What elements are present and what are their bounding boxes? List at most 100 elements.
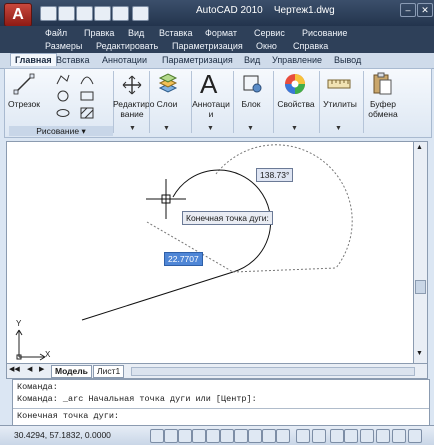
dynamic-prompt-tooltip: Конечная точка дуги: <box>182 211 273 225</box>
tab-manage[interactable]: Управление <box>272 55 322 65</box>
new-file-icon[interactable] <box>40 6 57 21</box>
ribbon-panel-area: Отрезок Рисование ▾ Редактиро вание ▼ Сло… <box>4 68 432 138</box>
length-input-box[interactable]: 22.7707 <box>164 252 203 266</box>
ucs-y-label: Y <box>16 319 22 328</box>
menu-tools[interactable]: Сервис <box>254 28 285 38</box>
command-window[interactable]: Команда: Команда: _arc Начальная точка д… <box>12 379 430 426</box>
scroll-thumb[interactable] <box>415 280 426 294</box>
menu-dimension[interactable]: Размеры <box>45 41 82 51</box>
osnap-icon[interactable] <box>206 429 220 443</box>
menu-modify[interactable]: Редактировать <box>96 41 158 51</box>
close-icon[interactable]: ✕ <box>417 3 433 17</box>
pan-icon[interactable] <box>330 429 344 443</box>
minimize-icon[interactable]: – <box>400 3 416 17</box>
layout-icon[interactable] <box>312 429 326 443</box>
scroll-down-icon[interactable]: ▼ <box>416 350 423 357</box>
properties-label[interactable]: Свойства <box>275 99 317 109</box>
tab-next-icon[interactable]: ▶ <box>39 365 44 373</box>
menu-help[interactable]: Справка <box>293 41 328 51</box>
menu-view[interactable]: Вид <box>128 28 144 38</box>
otrack-icon[interactable] <box>220 429 234 443</box>
circle-icon[interactable] <box>55 89 71 103</box>
line-tool-label[interactable]: Отрезок <box>5 99 43 109</box>
redo-icon[interactable] <box>112 6 129 21</box>
clipboard-label[interactable]: Буфер обмена <box>363 99 403 119</box>
draw-panel-title[interactable]: Рисование ▾ <box>9 126 113 136</box>
block-dropdown-icon[interactable]: ▼ <box>247 125 254 132</box>
annotation-label[interactable]: Аннотаци и <box>191 99 231 119</box>
model-space-icon[interactable] <box>296 429 310 443</box>
annotation-scale-icon[interactable] <box>360 429 374 443</box>
block-label[interactable]: Блок <box>233 99 269 109</box>
tab-annotate[interactable]: Аннотации <box>102 55 147 65</box>
undo-icon[interactable] <box>94 6 111 21</box>
rectangle-icon[interactable] <box>79 89 95 103</box>
workspace-icon[interactable] <box>376 429 390 443</box>
clean-screen-icon[interactable] <box>408 429 422 443</box>
modify-label[interactable]: Редактиро вание <box>113 99 154 119</box>
dyn-icon[interactable] <box>248 429 262 443</box>
annotation-dropdown-icon[interactable]: ▼ <box>207 125 214 132</box>
status-bar: 30.4294, 57.1832, 0.0000 <box>0 425 434 445</box>
lineweight-icon[interactable] <box>262 429 276 443</box>
grid-icon[interactable] <box>164 429 178 443</box>
tab-output[interactable]: Вывод <box>334 55 361 65</box>
menu-draw[interactable]: Рисование <box>302 28 347 38</box>
menu-file[interactable]: Файл <box>45 28 67 38</box>
tab-view[interactable]: Вид <box>244 55 260 65</box>
tab-prev-icon[interactable]: ◀ <box>27 365 32 373</box>
block-icon[interactable] <box>241 73 263 95</box>
layers-dropdown-icon[interactable]: ▼ <box>163 125 170 132</box>
open-file-icon[interactable] <box>58 6 75 21</box>
annotation-icon[interactable]: A <box>200 69 217 100</box>
ribbon-tab-bar: Главная Вставка Аннотации Параметризация… <box>0 53 434 69</box>
tab-model[interactable]: Модель <box>51 365 92 378</box>
utilities-label[interactable]: Утилиты <box>319 99 361 109</box>
zoom-icon[interactable] <box>344 429 358 443</box>
command-input-line[interactable]: Конечная точка дуги: <box>17 411 119 421</box>
menu-parametric[interactable]: Параметризация <box>172 41 243 51</box>
window-title: AutoCAD 2010 Чертеж1.dwg <box>196 5 335 16</box>
quick-properties-icon[interactable] <box>276 429 290 443</box>
vertical-scrollbar[interactable]: ▲ ▼ <box>413 141 428 365</box>
ortho-icon[interactable] <box>178 429 192 443</box>
cursor-coordinates: 30.4294, 57.1832, 0.0000 <box>14 430 111 440</box>
tab-parametric[interactable]: Параметризация <box>162 55 233 65</box>
save-icon[interactable] <box>76 6 93 21</box>
ducs-icon[interactable] <box>234 429 248 443</box>
lock-icon[interactable] <box>392 429 406 443</box>
drawing-canvas[interactable]: Y X 138.73° Конечная точка дуги: 22.7707 <box>6 141 415 365</box>
color-wheel-icon[interactable] <box>283 72 307 96</box>
hatch-icon[interactable] <box>79 106 95 120</box>
horizontal-scrollbar[interactable] <box>131 367 415 376</box>
command-history-line: Команда: _arc Начальная точка дуги или [… <box>17 394 257 404</box>
layers-icon[interactable] <box>157 73 179 95</box>
properties-dropdown-icon[interactable]: ▼ <box>291 125 298 132</box>
application-menu-button[interactable]: A <box>4 3 32 27</box>
arc-icon[interactable] <box>79 72 95 86</box>
tab-home[interactable]: Главная <box>10 53 57 66</box>
ellipse-icon[interactable] <box>55 106 71 120</box>
command-history-line: Команда: <box>17 382 58 392</box>
scroll-up-icon[interactable]: ▲ <box>416 144 423 151</box>
modify-dropdown-icon[interactable]: ▼ <box>129 125 136 132</box>
clipboard-icon[interactable] <box>371 72 393 96</box>
angle-input-box[interactable]: 138.73° <box>256 168 294 182</box>
snap-icon[interactable] <box>150 429 164 443</box>
measure-icon[interactable] <box>327 75 351 93</box>
polyline-icon[interactable] <box>55 72 71 86</box>
line-tool-icon[interactable] <box>13 73 35 95</box>
print-icon[interactable] <box>132 6 149 21</box>
move-icon[interactable] <box>121 75 143 95</box>
utilities-dropdown-icon[interactable]: ▼ <box>335 125 342 132</box>
tab-layout1[interactable]: Лист1 <box>93 365 125 378</box>
menu-edit[interactable]: Правка <box>84 28 114 38</box>
tab-insert[interactable]: Вставка <box>56 55 89 65</box>
tab-first-icon[interactable]: ◀◀ <box>9 365 20 373</box>
polar-icon[interactable] <box>192 429 206 443</box>
menu-format[interactable]: Формат <box>205 28 237 38</box>
layers-label[interactable]: Слои <box>149 99 185 109</box>
drawing-geometry <box>15 144 353 361</box>
menu-window[interactable]: Окно <box>256 41 277 51</box>
menu-insert[interactable]: Вставка <box>159 28 192 38</box>
